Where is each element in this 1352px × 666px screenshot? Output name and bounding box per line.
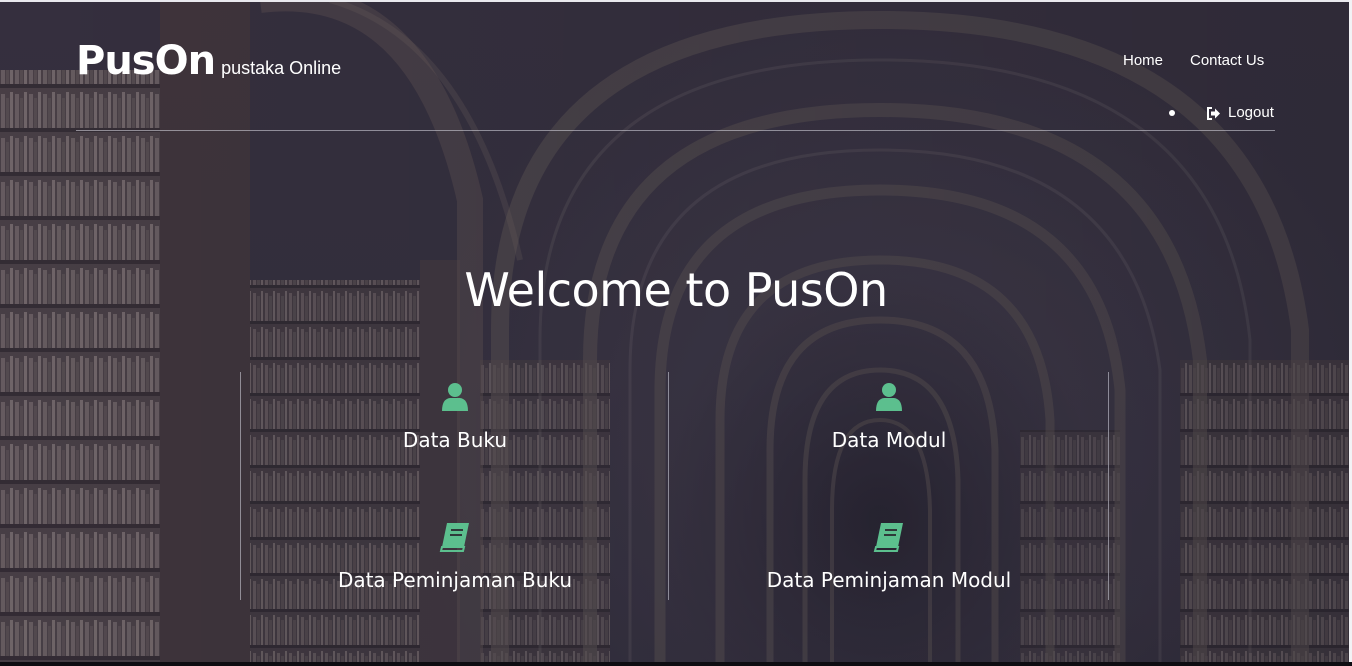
column-divider xyxy=(668,372,669,600)
header-divider xyxy=(76,130,1275,131)
page-background: PusOn pustaka Online Home Contact Us Log… xyxy=(0,0,1352,666)
brand-subtitle: pustaka Online xyxy=(221,58,342,78)
logout-icon xyxy=(1207,106,1220,120)
menu-item-label: Data Peminjaman Buku xyxy=(337,568,573,592)
nav-logout-link[interactable]: Logout xyxy=(1206,104,1274,122)
nav-home-link[interactable]: Home xyxy=(1123,52,1163,70)
menu-item-label: Data Peminjaman Modul xyxy=(766,568,1012,592)
welcome-heading: Welcome to PusOn xyxy=(464,263,888,317)
menu-item-label: Data Modul xyxy=(831,428,947,452)
brand-title: PusOn xyxy=(76,38,216,84)
book-icon xyxy=(873,523,903,552)
menu-item-data-buku[interactable]: Data Buku xyxy=(245,382,665,452)
menu-item-data-peminjaman-modul[interactable]: Data Peminjaman Modul xyxy=(679,522,1099,592)
menu-item-label: Data Buku xyxy=(402,428,508,452)
nav-list-bullet xyxy=(1169,110,1175,116)
user-icon xyxy=(442,383,468,411)
bottom-edge xyxy=(0,662,1352,666)
menu-item-data-modul[interactable]: Data Modul xyxy=(679,382,1099,452)
user-icon xyxy=(876,383,902,411)
dark-overlay xyxy=(0,0,1352,666)
column-divider xyxy=(1108,372,1109,600)
book-icon xyxy=(439,523,469,552)
logout-label: Logout xyxy=(1228,104,1274,121)
nav-contact-link[interactable]: Contact Us xyxy=(1190,52,1264,70)
menu-item-data-peminjaman-buku[interactable]: Data Peminjaman Buku xyxy=(245,522,665,592)
window-top-border xyxy=(0,0,1352,2)
brand-logo[interactable]: PusOn pustaka Online xyxy=(76,36,341,86)
column-divider xyxy=(240,372,241,600)
